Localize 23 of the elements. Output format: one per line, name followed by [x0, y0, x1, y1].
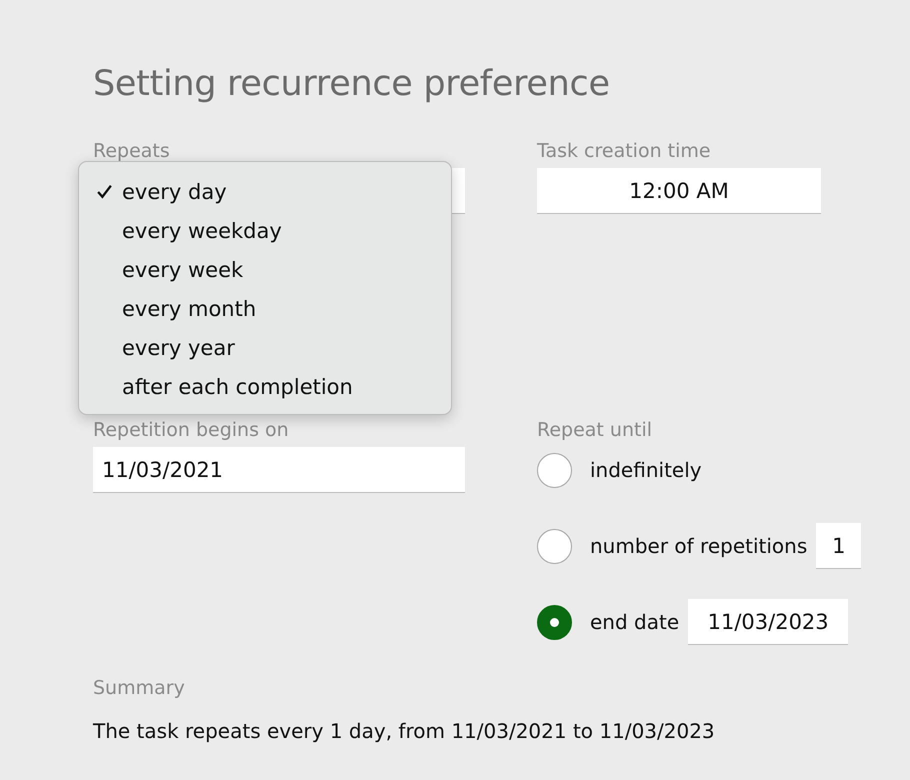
field-label: Summary	[93, 677, 186, 701]
input-field[interactable]: 11/03/2023	[688, 599, 848, 645]
page-title: Setting recurrence preference	[93, 64, 611, 106]
menu-option[interactable]: every year	[79, 328, 451, 367]
radio-button[interactable]	[537, 528, 572, 564]
field-label: Task creation time	[537, 140, 711, 164]
menu-option[interactable]: every day	[79, 172, 451, 211]
field-label: Repeat until	[537, 419, 652, 443]
menu-option[interactable]: every weekday	[79, 211, 451, 250]
field-label: Repetition begins on	[93, 419, 289, 443]
time-field[interactable]: 12:00 AM	[537, 168, 821, 214]
field-label: Repeats	[93, 140, 170, 164]
date-field[interactable]: 11/03/2021	[93, 447, 465, 493]
radio-label: number of repetitions	[590, 534, 808, 558]
input-field[interactable]: 1	[816, 523, 862, 569]
summary-text: The task repeats every 1 day, from 11/03/2021 to 11/03/2023	[93, 719, 716, 743]
radio-button[interactable]	[537, 604, 572, 640]
radio-label: indefinitely	[590, 458, 702, 482]
menu-option[interactable]: every month	[79, 289, 451, 328]
menu-option[interactable]: every week	[79, 250, 451, 289]
menu-option[interactable]: after each completion	[79, 367, 451, 406]
radio-label: end date	[590, 610, 680, 634]
radio-button[interactable]	[537, 452, 572, 488]
